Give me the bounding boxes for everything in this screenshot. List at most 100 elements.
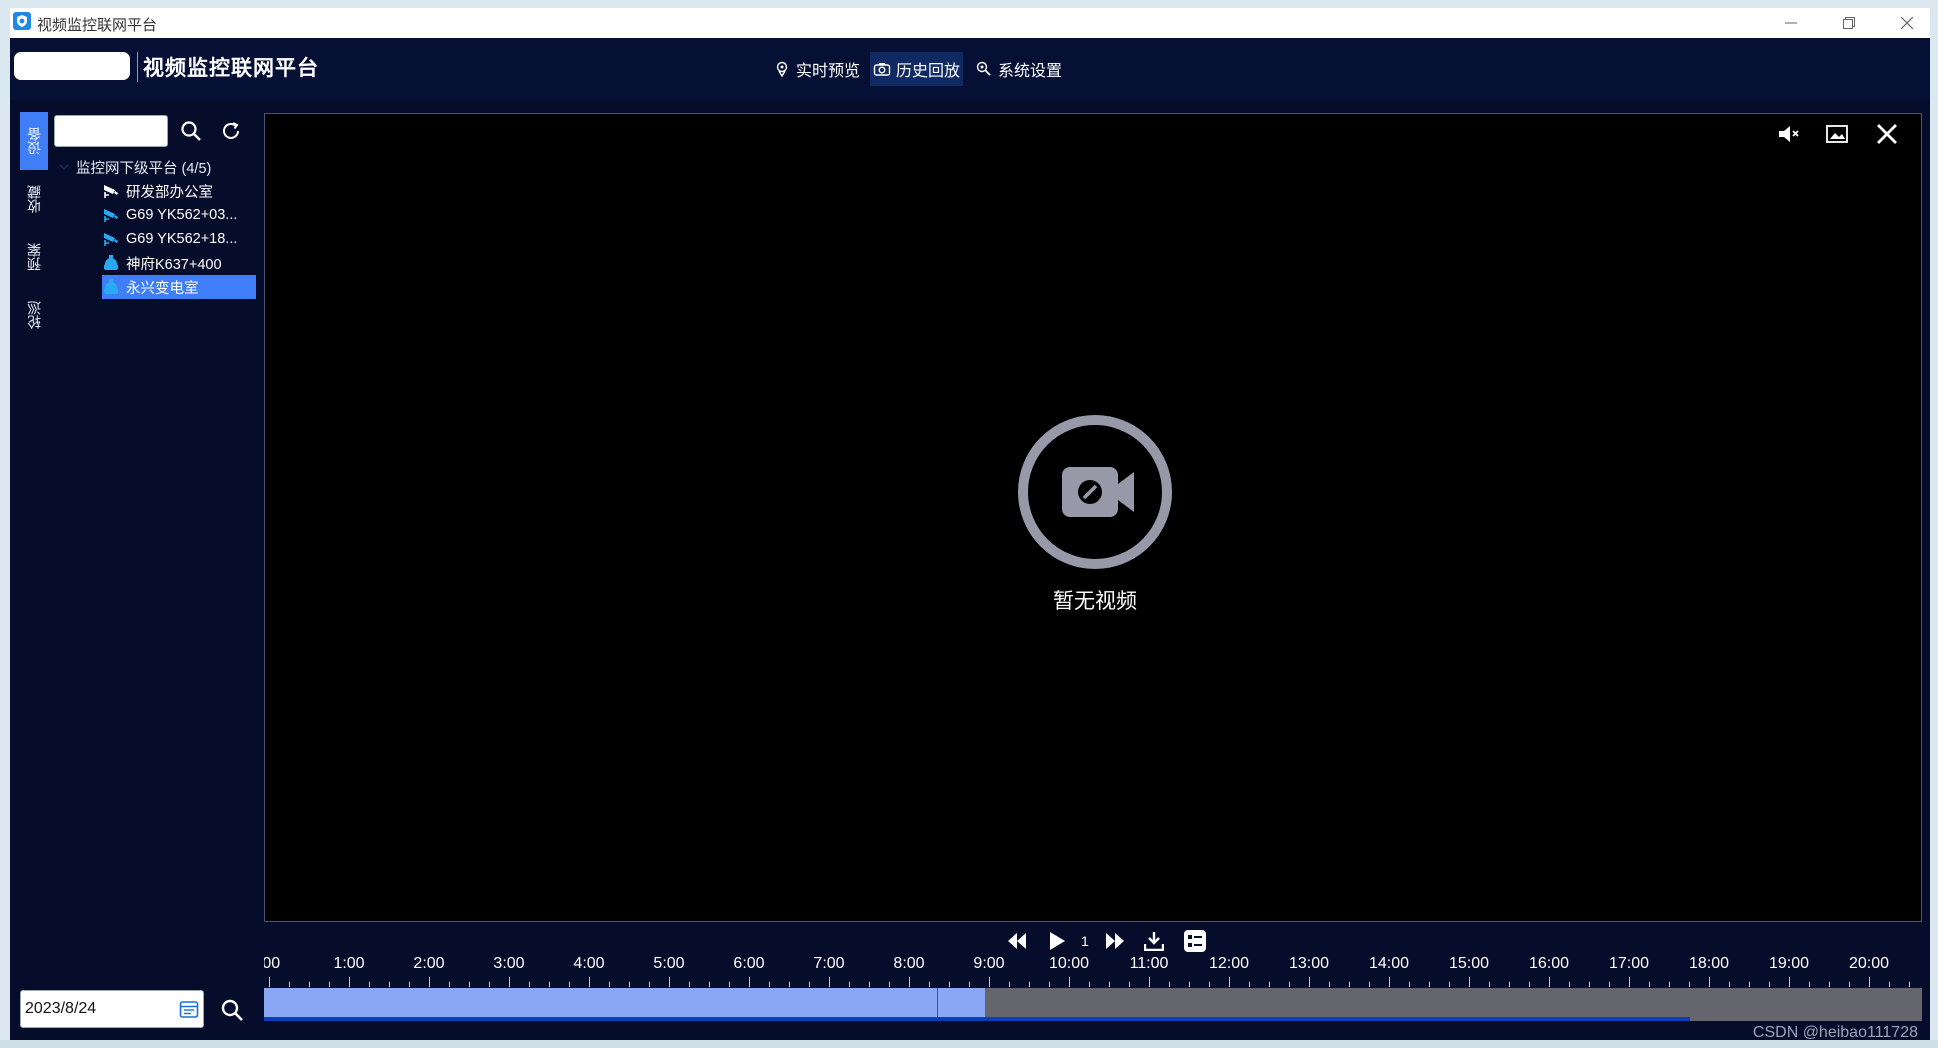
timeline-tick (529, 982, 530, 987)
tab-label: 设备 (26, 127, 42, 155)
snapshot-button[interactable] (1823, 120, 1851, 148)
timeline-tick (649, 982, 650, 987)
search-icon (221, 999, 243, 1021)
timeline-bar[interactable] (264, 988, 1922, 1021)
restore-button[interactable] (1820, 8, 1878, 38)
timeline-progress (264, 1017, 1690, 1021)
timeline-hour-label: 17:00 (1608, 955, 1650, 972)
timeline-tick (1149, 977, 1150, 987)
main-area: 设备 收藏 预案 轮巡 监控网下级平台 (4/5) 研发部办公室 G69 YK5… (10, 100, 1930, 1048)
timeline-tick (1009, 982, 1010, 987)
timeline-tick (769, 982, 770, 987)
tab-plans[interactable]: 预案 (20, 228, 48, 286)
tree-item-selected[interactable]: 永兴变电室 (102, 275, 256, 299)
tree-item[interactable]: G69 YK562+18... (102, 227, 256, 251)
no-video-placeholder: 暂无视频 (1015, 412, 1175, 615)
nav-system-settings[interactable]: 系统设置 (972, 52, 1065, 86)
timeline-tick (1549, 977, 1550, 987)
record-list-button[interactable] (1184, 926, 1206, 956)
fast-forward-button[interactable] (1104, 926, 1126, 956)
list-icon (1184, 930, 1206, 952)
calendar-icon[interactable] (179, 999, 199, 1019)
timeline-tick (1509, 982, 1510, 987)
timeline-hour-label: 16:00 (1528, 955, 1570, 972)
nav-history-playback[interactable]: 历史回放 (870, 52, 964, 86)
close-window-button[interactable] (1878, 8, 1930, 38)
header-divider (137, 52, 138, 82)
timeline-hour-label: 14:00 (1368, 955, 1410, 972)
timeline-tick (329, 982, 330, 987)
timeline-tick (1649, 982, 1650, 987)
timeline-tick (1529, 982, 1530, 987)
date-search-button[interactable] (218, 996, 246, 1024)
nav-realtime-preview[interactable]: 实时预览 (770, 52, 863, 86)
app-window: 视频监控联网平台 视频监控联网平台 实时预览 历史回放 系统设置 设备 收藏 预… (10, 8, 1930, 1048)
timeline-tick (1829, 982, 1830, 987)
minimize-icon (1785, 22, 1797, 24)
tree-item[interactable]: 研发部办公室 (102, 179, 256, 203)
device-search-input[interactable] (54, 115, 168, 147)
settings-icon (976, 61, 991, 76)
close-player-button[interactable] (1873, 120, 1901, 148)
download-button[interactable] (1144, 926, 1164, 956)
timeline-tick (1849, 982, 1850, 987)
close-icon (1901, 17, 1913, 29)
date-value: 2023/8/24 (25, 1000, 97, 1017)
timeline-tick (1189, 982, 1190, 987)
timeline-tick (949, 982, 950, 987)
timeline-tick (889, 982, 890, 987)
timeline-tick (1729, 982, 1730, 987)
timeline-tick (489, 982, 490, 987)
timeline-tick (629, 982, 630, 987)
image-icon (1826, 125, 1848, 143)
timeline-hour-label: 6:00 (733, 955, 765, 972)
timeline-tick (1289, 982, 1290, 987)
timeline-tick (1909, 982, 1910, 987)
chevron-down-icon (59, 164, 69, 171)
date-picker[interactable]: 2023/8/24 (20, 990, 204, 1028)
tree-item-label: 研发部办公室 (126, 184, 213, 201)
timeline-tick (1349, 982, 1350, 987)
timeline-tick (1169, 982, 1170, 987)
timeline-tick (1669, 982, 1670, 987)
timeline-tick (1429, 982, 1430, 987)
tree-item[interactable]: G69 YK562+03... (102, 203, 256, 227)
tab-label: 轮巡 (26, 301, 42, 329)
nav-label: 系统设置 (998, 63, 1063, 80)
tab-favorites[interactable]: 收藏 (20, 170, 48, 228)
timeline-tick (869, 982, 870, 987)
tree-root[interactable]: 监控网下级平台 (4/5) (58, 155, 268, 179)
side-tabs: 设备 收藏 预案 轮巡 (20, 112, 48, 344)
download-icon (1144, 932, 1164, 951)
timeline-hour-label: 4:00 (573, 955, 605, 972)
tab-devices[interactable]: 设备 (20, 112, 48, 170)
mute-icon (1779, 126, 1799, 142)
timeline-tick (1489, 982, 1490, 987)
timeline-tick (1329, 982, 1330, 987)
timeline-tick (1689, 982, 1690, 987)
camera-icon (104, 185, 118, 198)
tree-root-label: 监控网下级平台 (4/5) (76, 160, 212, 177)
close-icon (1877, 124, 1897, 144)
no-video-text: 暂无视频 (1053, 590, 1137, 613)
minimize-button[interactable] (1762, 8, 1820, 38)
timeline-tick (289, 982, 290, 987)
play-button[interactable] (1048, 926, 1066, 956)
mute-button[interactable] (1775, 120, 1803, 148)
tab-patrol[interactable]: 轮巡 (20, 286, 48, 344)
timeline-tick (1309, 977, 1310, 987)
tree-item[interactable]: 神府K637+400 (102, 251, 256, 275)
timeline-hour-label: 7:00 (813, 955, 845, 972)
timeline-tick (409, 982, 410, 987)
timeline-tick (729, 982, 730, 987)
search-button[interactable] (178, 118, 204, 144)
refresh-button[interactable] (218, 118, 244, 144)
window-title: 视频监控联网平台 (37, 17, 158, 34)
video-player[interactable]: 暂无视频 (264, 113, 1922, 922)
app-header: 视频监控联网平台 实时预览 历史回放 系统设置 (10, 38, 1930, 100)
timeline-labels: :00 1:00 2:00 3:00 4:00 5:00 6:00 7:00 8:00 9:00 1… (264, 955, 1922, 975)
timeline-tick (1889, 982, 1890, 987)
timeline-tick (929, 982, 930, 987)
rewind-button[interactable] (1006, 926, 1028, 956)
video-off-icon (1018, 415, 1172, 569)
